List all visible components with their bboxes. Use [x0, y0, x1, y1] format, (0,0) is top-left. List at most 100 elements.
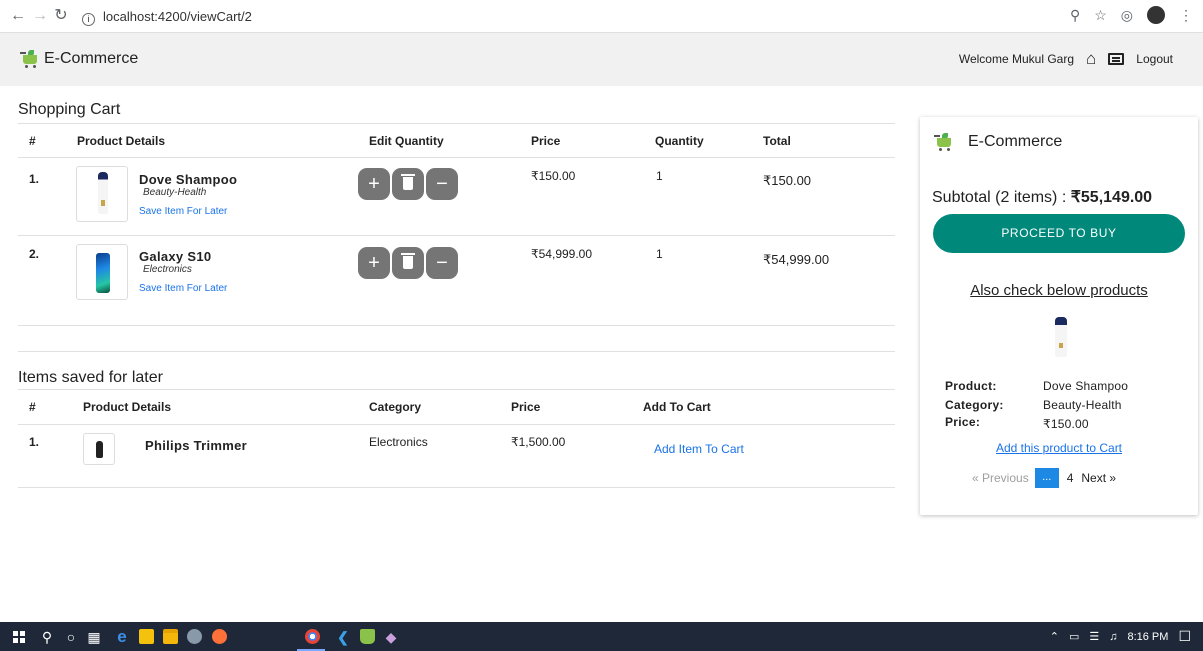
browser-actions: ⚲ ☆ ◎ ⋮: [1070, 6, 1193, 24]
column-header: Edit Quantity: [369, 134, 444, 148]
zoom-icon[interactable]: ⚲: [1070, 7, 1080, 24]
previous-page-button[interactable]: « Previous: [972, 471, 1029, 485]
item-price: ₹150.00: [531, 169, 576, 183]
column-header: Add To Cart: [643, 400, 711, 414]
shampoo-bottle-image: [98, 172, 108, 214]
remove-item-button[interactable]: [392, 168, 424, 200]
subtotal-label: Subtotal (2 items) :: [932, 189, 1071, 206]
reload-icon[interactable]: ↻: [51, 6, 71, 26]
current-page-indicator[interactable]: ...: [1034, 468, 1059, 488]
brand-name: E-Commerce: [44, 50, 139, 67]
app-header: E-Commerce Welcome Mukul Garg ⌂ Logout: [0, 33, 1203, 86]
shopping-cart-title: Shopping Cart: [18, 101, 121, 118]
recommended-product-image[interactable]: [1055, 317, 1067, 357]
increase-quantity-button[interactable]: +: [358, 247, 390, 279]
decrease-quantity-button[interactable]: −: [426, 247, 458, 279]
welcome-text: Welcome Mukul Garg: [958, 52, 1075, 66]
decrease-quantity-button[interactable]: −: [426, 168, 458, 200]
divider: [18, 487, 895, 488]
logout-link[interactable]: Logout: [1136, 52, 1173, 66]
column-header: Category: [369, 400, 422, 414]
trash-icon: [401, 253, 415, 269]
item-total: ₹54,999.00: [763, 252, 830, 267]
plus-icon: +: [368, 252, 380, 274]
clock[interactable]: 8:16 PM: [1127, 631, 1168, 643]
back-arrow-icon[interactable]: ←: [8, 6, 28, 26]
divider: [18, 325, 895, 326]
plus-icon: +: [368, 173, 380, 195]
product-thumbnail[interactable]: [83, 433, 115, 465]
subtotal: Subtotal (2 items) : ₹55,149.00: [932, 187, 1152, 207]
edge-browser-icon[interactable]: e: [112, 627, 132, 647]
rec-product-label: Product:: [945, 379, 997, 393]
increase-quantity-button[interactable]: +: [358, 168, 390, 200]
extension-icon[interactable]: ◎: [1121, 7, 1133, 24]
add-recommended-to-cart-link[interactable]: Add this product to Cart: [920, 441, 1198, 455]
sticky-notes-icon[interactable]: [139, 629, 154, 644]
remove-item-button[interactable]: [392, 247, 424, 279]
next-page-button[interactable]: Next »: [1081, 471, 1116, 485]
also-check-title: Also check below products: [970, 282, 1148, 299]
row-index: 1.: [29, 172, 40, 186]
phone-image: [96, 253, 110, 293]
trash-icon: [401, 174, 415, 190]
chrome-icon[interactable]: [305, 629, 320, 644]
save-for-later-link[interactable]: Save Item For Later: [139, 283, 227, 294]
product-name[interactable]: Philips Trimmer: [145, 438, 247, 453]
site-info-icon[interactable]: i: [82, 13, 95, 26]
column-header: Total: [763, 134, 791, 148]
address-bar[interactable]: i localhost:4200/viewCart/2: [72, 4, 1072, 29]
column-header: #: [29, 400, 36, 414]
orders-list-icon[interactable]: [1108, 53, 1125, 65]
forward-arrow-icon[interactable]: →: [30, 6, 50, 26]
vscode-icon[interactable]: ❮: [333, 627, 353, 647]
product-name[interactable]: Galaxy S10: [139, 249, 211, 264]
chevron-up-icon[interactable]: ⌃: [1050, 630, 1059, 643]
cortana-icon[interactable]: ○: [61, 627, 81, 647]
url-text: localhost:4200/viewCart/2: [103, 9, 252, 24]
rec-category-label: Category:: [945, 398, 1004, 412]
column-header: Product Details: [83, 400, 172, 414]
home-icon[interactable]: ⌂: [1086, 50, 1096, 67]
divider: [18, 351, 895, 352]
shopping-cart-logo-icon: [20, 50, 40, 68]
pagination: « Previous ... 4 Next »: [972, 468, 1116, 488]
divider: [18, 123, 895, 124]
subtotal-value: ₹55,149.00: [1070, 189, 1153, 206]
column-header: Price: [511, 400, 541, 414]
rec-product-value: Dove Shampoo: [1043, 379, 1129, 393]
product-thumbnail[interactable]: [76, 244, 128, 300]
save-for-later-link[interactable]: Save Item For Later: [139, 206, 227, 217]
browser-menu-icon[interactable]: ⋮: [1179, 7, 1193, 24]
product-name[interactable]: Dove Shampoo: [139, 172, 237, 187]
profile-avatar[interactable]: [1147, 6, 1165, 24]
divider: [18, 389, 895, 390]
task-view-icon[interactable]: ▦: [84, 627, 104, 647]
battery-icon[interactable]: ▭: [1069, 630, 1079, 643]
proceed-to-buy-button[interactable]: PROCEED TO BUY: [933, 214, 1185, 253]
minus-icon: −: [436, 173, 448, 195]
divider: [18, 424, 895, 425]
page-number-button[interactable]: 4: [1065, 471, 1076, 485]
brand[interactable]: E-Commerce: [20, 50, 138, 68]
item-price: ₹1,500.00: [511, 435, 566, 449]
column-header: Quantity: [655, 134, 704, 148]
add-to-cart-link[interactable]: Add Item To Cart: [654, 442, 744, 456]
app-diamond-icon[interactable]: ◆: [381, 627, 401, 647]
wifi-icon[interactable]: ☰: [1089, 630, 1099, 643]
firefox-icon[interactable]: [212, 629, 227, 644]
product-thumbnail[interactable]: [76, 166, 128, 222]
app-icon[interactable]: [187, 629, 202, 644]
search-icon[interactable]: ⚲: [37, 627, 57, 647]
bookmark-star-icon[interactable]: ☆: [1094, 7, 1107, 24]
column-header: Product Details: [77, 134, 166, 148]
volume-icon[interactable]: ♫: [1109, 631, 1117, 643]
windows-start-icon[interactable]: [13, 631, 25, 643]
notification-icon[interactable]: ☐: [1178, 628, 1191, 645]
column-header: Price: [531, 134, 561, 148]
file-explorer-icon[interactable]: [163, 629, 178, 644]
card-brand-name: E-Commerce: [968, 133, 1063, 150]
ecommerce-app-icon[interactable]: [360, 629, 375, 644]
shopping-cart-logo-icon: [934, 133, 954, 151]
header-nav: Welcome Mukul Garg ⌂ Logout: [958, 50, 1173, 67]
